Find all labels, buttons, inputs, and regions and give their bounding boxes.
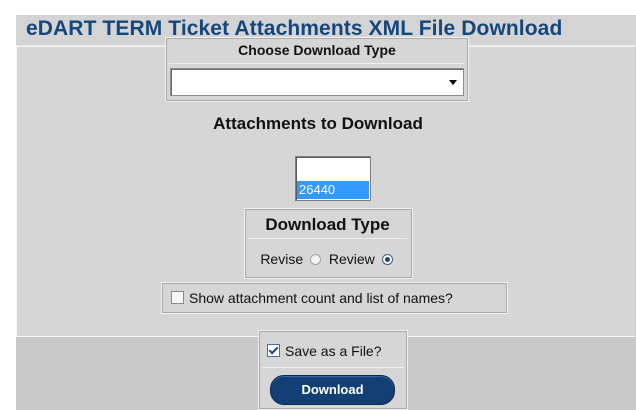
show-attachments-panel: Show attachment count and list of names? — [161, 282, 508, 314]
attachments-heading: Attachments to Download — [213, 114, 423, 133]
download-type-title: Download Type — [248, 212, 407, 239]
chevron-down-icon[interactable] — [449, 80, 457, 85]
radio-label-revise: Revise — [260, 251, 304, 267]
save-as-file-label: Save as a File? — [285, 343, 382, 359]
divider — [169, 63, 465, 64]
download-button[interactable]: Download — [270, 375, 395, 405]
download-type-select-label: Choose Download Type — [238, 42, 396, 58]
download-type-select-panel: Choose Download Type — [165, 37, 469, 102]
show-attachments-checkbox[interactable] — [171, 291, 184, 304]
download-type-radio-group: Revise Review — [245, 251, 412, 267]
download-type-select[interactable] — [170, 68, 464, 96]
save-panel: Save as a File? Download — [258, 330, 408, 410]
list-item[interactable]: 26440 — [297, 181, 369, 199]
show-attachments-label: Show attachment count and list of names? — [189, 290, 453, 306]
radio-review[interactable] — [381, 254, 393, 265]
download-type-panel: Download Type Revise Review — [244, 208, 413, 279]
save-as-file-checkbox[interactable] — [267, 344, 280, 357]
radio-revise[interactable] — [310, 254, 321, 265]
divider — [262, 367, 404, 368]
radio-label-review: Review — [328, 251, 375, 267]
attachments-listbox[interactable]: 26440 — [295, 156, 371, 201]
